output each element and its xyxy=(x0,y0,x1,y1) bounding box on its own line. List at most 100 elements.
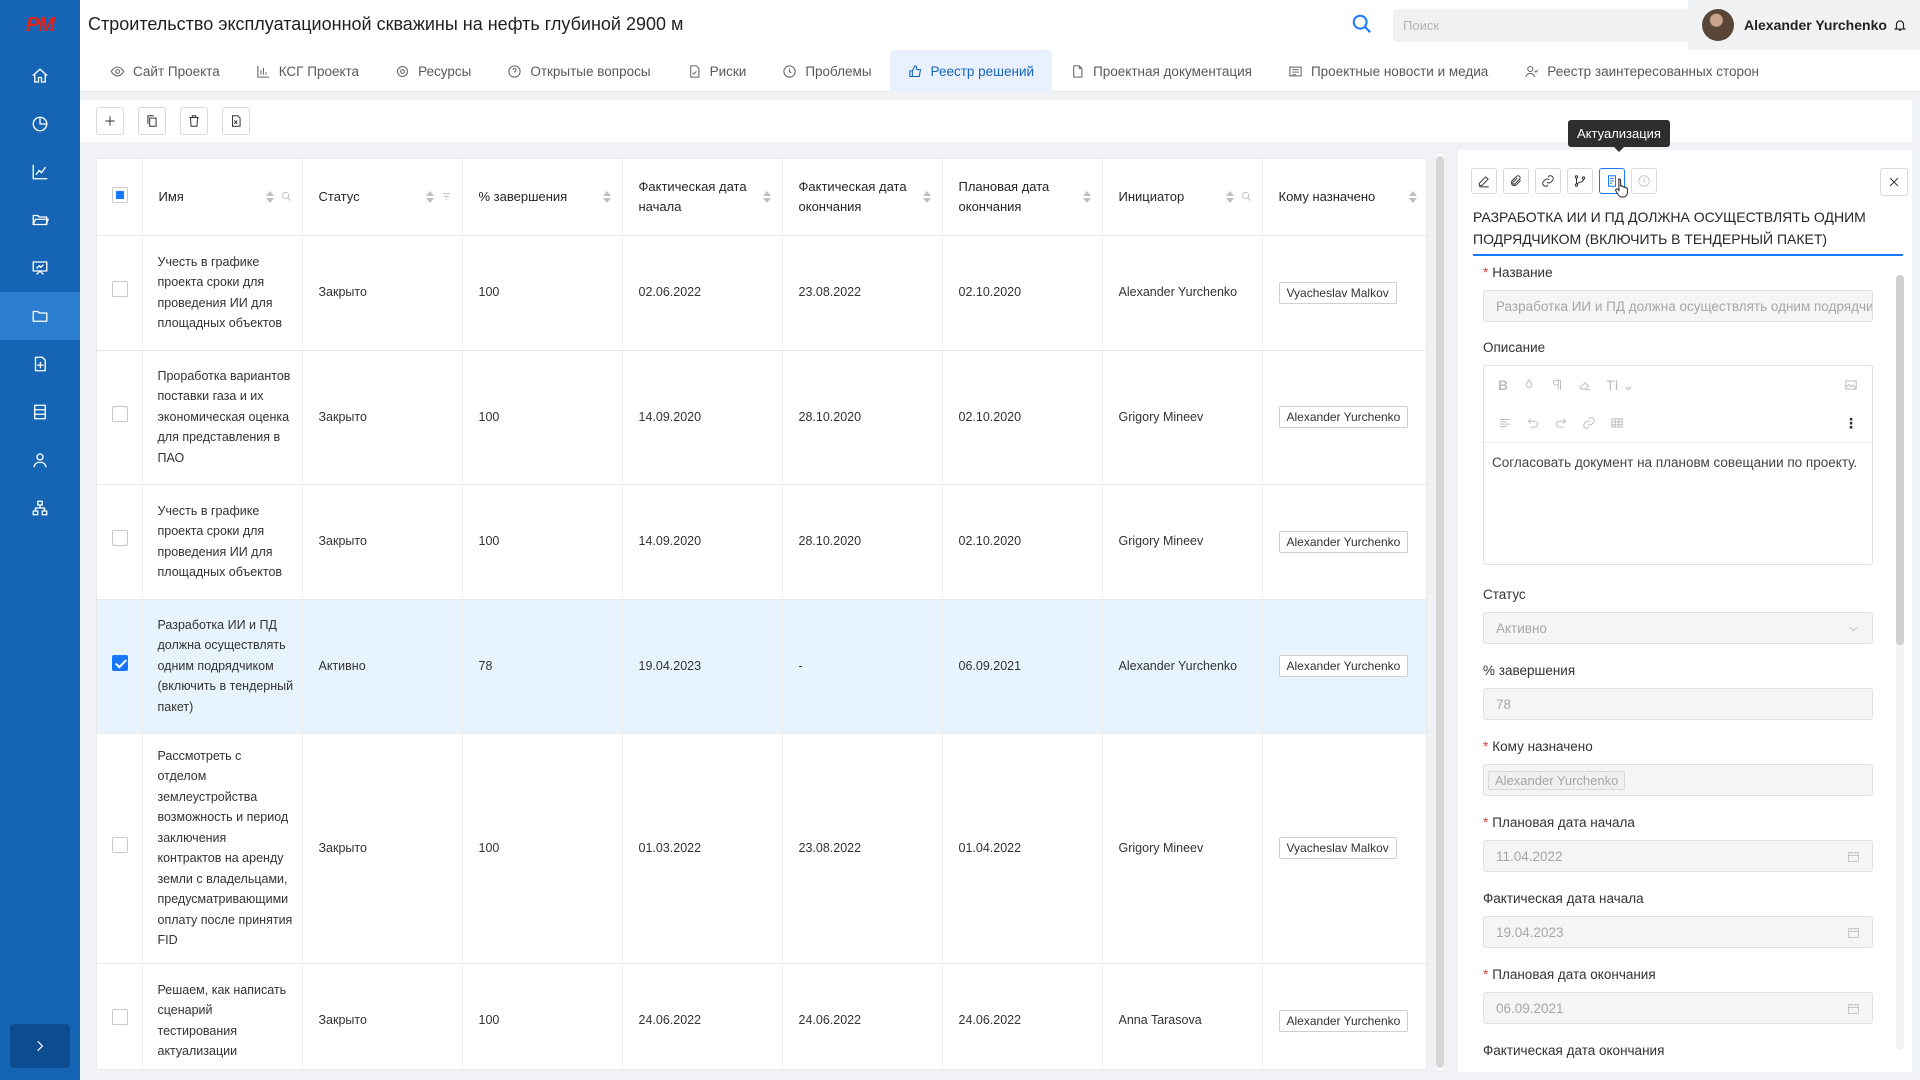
tab-schedule[interactable]: КСГ Проекта xyxy=(238,50,377,92)
status-select[interactable]: Активно xyxy=(1483,612,1873,644)
table-row-selected[interactable]: Разработка ИИ и ПД должна осуществлять о… xyxy=(97,599,1426,734)
panel-scrollbar[interactable] xyxy=(1896,275,1904,1050)
column-header-name[interactable]: Имя xyxy=(142,159,303,236)
sidebar-item-home[interactable] xyxy=(0,52,80,100)
undo-icon[interactable] xyxy=(1526,416,1540,430)
tab-decision-registry[interactable]: Реестр решений xyxy=(889,50,1053,92)
search-icon[interactable] xyxy=(281,191,292,202)
row-checkbox[interactable] xyxy=(112,281,128,298)
search-icon[interactable] xyxy=(1351,13,1373,35)
column-header-fact-start[interactable]: Фактическая дата начала xyxy=(622,159,783,236)
plan-start-date-field[interactable]: 11.04.2022 xyxy=(1483,840,1873,872)
image-icon[interactable] xyxy=(1844,378,1858,392)
search-icon[interactable] xyxy=(1241,191,1252,202)
sidebar-item-structure[interactable] xyxy=(0,484,80,532)
filter-icon[interactable] xyxy=(441,191,452,202)
paragraph-icon[interactable] xyxy=(1550,378,1564,392)
sidebar-item-requests[interactable] xyxy=(0,340,80,388)
add-button[interactable] xyxy=(96,107,124,135)
cell-percent: 100 xyxy=(462,733,623,964)
sidebar-item-analytics[interactable] xyxy=(0,148,80,196)
column-header-status[interactable]: Статус xyxy=(302,159,463,236)
history-button[interactable] xyxy=(1631,168,1657,194)
calendar-icon xyxy=(1848,1003,1859,1014)
sort-icon[interactable] xyxy=(762,190,772,204)
align-left-icon[interactable] xyxy=(1498,416,1512,430)
font-size-icon[interactable]: TI ⌄ xyxy=(1606,377,1634,394)
redo-icon[interactable] xyxy=(1554,416,1568,430)
export-excel-button[interactable] xyxy=(222,107,250,135)
table-row[interactable]: Проработка вариантов поставки газа и их … xyxy=(97,350,1426,485)
sort-icon[interactable] xyxy=(425,190,435,204)
more-vertical-icon[interactable]: ⋮ xyxy=(1844,415,1858,432)
cell-fact-end: 28.10.2020 xyxy=(782,350,943,485)
copy-button[interactable] xyxy=(138,107,166,135)
tab-problems[interactable]: Проблемы xyxy=(764,50,889,92)
description-editor[interactable]: B TI ⌄ ⋮ Согласовать документ на плановм… xyxy=(1483,365,1873,565)
bold-icon[interactable]: B xyxy=(1498,377,1508,393)
link-button[interactable] xyxy=(1535,168,1561,194)
sidebar-expand-button[interactable] xyxy=(10,1024,70,1068)
row-checkbox[interactable] xyxy=(112,1009,128,1026)
sidebar-item-projects[interactable] xyxy=(0,292,80,340)
text-color-icon[interactable] xyxy=(1522,378,1536,392)
description-text[interactable]: Согласовать документ на плановм совещани… xyxy=(1484,442,1872,564)
name-field[interactable]: Разработка ИИ и ПД должна осуществлять о… xyxy=(1483,290,1873,322)
column-header-fact-end[interactable]: Фактическая дата окончания xyxy=(782,159,943,236)
table-scrollbar[interactable] xyxy=(1436,154,1444,1070)
row-checkbox[interactable] xyxy=(112,654,128,671)
link-icon[interactable] xyxy=(1582,416,1596,430)
tab-news-media[interactable]: Проектные новости и медиа xyxy=(1270,50,1506,92)
table-row[interactable]: Решаем, как написать сценарий тестирован… xyxy=(97,963,1426,1069)
select-all-checkbox[interactable] xyxy=(112,187,128,204)
row-checkbox[interactable] xyxy=(112,530,128,547)
pie-chart-icon xyxy=(32,116,48,132)
sidebar-item-portfolio[interactable] xyxy=(0,196,80,244)
tab-stakeholders[interactable]: Реестр заинтересованных сторон xyxy=(1506,50,1777,92)
sort-icon[interactable] xyxy=(922,190,932,204)
eraser-icon[interactable] xyxy=(1578,378,1592,392)
sort-icon[interactable] xyxy=(1225,190,1235,204)
tab-resources[interactable]: Ресурсы xyxy=(377,50,489,92)
sidebar-item-presentation[interactable] xyxy=(0,244,80,292)
table-row[interactable]: Учесть в графике проекта сроки для прове… xyxy=(97,484,1426,600)
branch-button[interactable] xyxy=(1567,168,1593,194)
table-scrollbar-thumb[interactable] xyxy=(1436,156,1444,1068)
sort-icon[interactable] xyxy=(265,190,275,204)
user-menu[interactable]: Alexander Yurchenko xyxy=(1688,0,1920,50)
table-icon[interactable] xyxy=(1610,416,1624,430)
user-name: Alexander Yurchenko xyxy=(1744,17,1887,33)
assignee-field[interactable]: Alexander Yurchenko xyxy=(1483,764,1873,796)
tab-risks[interactable]: Риски xyxy=(669,50,765,92)
table-row[interactable]: Учесть в графике проекта сроки для прове… xyxy=(97,235,1426,351)
sidebar-item-dashboard[interactable] xyxy=(0,100,80,148)
close-panel-button[interactable] xyxy=(1880,168,1908,196)
panel-scrollbar-thumb[interactable] xyxy=(1896,275,1904,645)
edit-button[interactable] xyxy=(1471,168,1497,194)
bell-icon[interactable] xyxy=(1893,18,1907,32)
row-checkbox[interactable] xyxy=(112,836,128,853)
attach-button[interactable] xyxy=(1503,168,1529,194)
column-header-plan-end[interactable]: Плановая дата окончания xyxy=(942,159,1103,236)
column-header-percent[interactable]: % завершения xyxy=(462,159,623,236)
table-row[interactable]: Рассмотреть с отделом землеустройства во… xyxy=(97,733,1426,964)
column-header-assignee[interactable]: Кому назначено xyxy=(1262,159,1426,236)
sort-icon[interactable] xyxy=(1408,190,1418,204)
tab-project-docs[interactable]: Проектная документация xyxy=(1052,50,1270,92)
sidebar-item-users[interactable] xyxy=(0,436,80,484)
cell-fact-end: 28.10.2020 xyxy=(782,484,943,600)
plan-end-date-field[interactable]: 06.09.2021 xyxy=(1483,992,1873,1024)
sort-icon[interactable] xyxy=(1082,190,1092,204)
sidebar-item-registry[interactable] xyxy=(0,388,80,436)
row-checkbox[interactable] xyxy=(112,405,128,422)
delete-button[interactable] xyxy=(180,107,208,135)
percent-field[interactable]: 78 xyxy=(1483,688,1873,720)
tab-project-site[interactable]: Сайт Проекта xyxy=(92,50,238,92)
column-header-initiator[interactable]: Инициатор xyxy=(1102,159,1263,236)
app-logo[interactable]: PM xyxy=(0,0,80,50)
fact-start-date-field[interactable]: 19.04.2023 xyxy=(1483,916,1873,948)
assignee-tag: Alexander Yurchenko xyxy=(1278,1009,1409,1032)
sort-icon[interactable] xyxy=(602,190,612,204)
search-input[interactable] xyxy=(1393,9,1703,42)
tab-open-questions[interactable]: Открытые вопросы xyxy=(489,50,668,92)
